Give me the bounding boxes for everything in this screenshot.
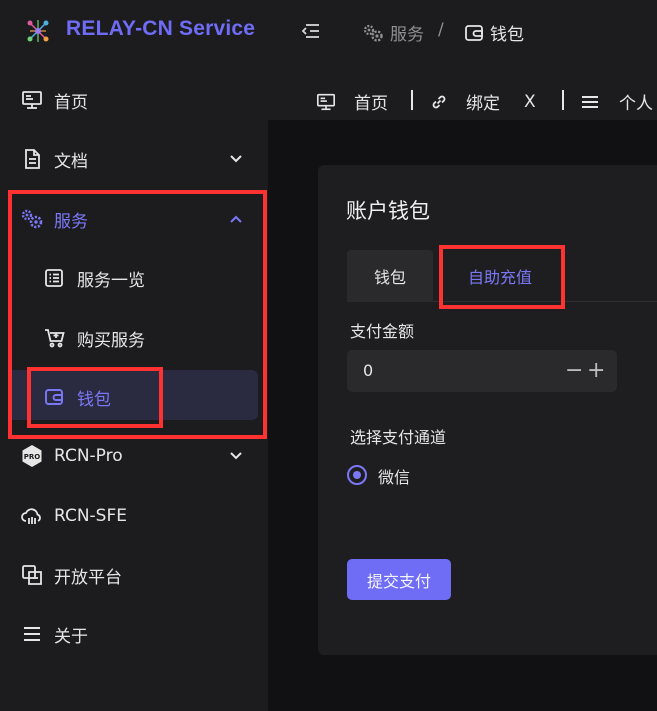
channel-label: 选择支付通道 xyxy=(350,428,447,447)
wechat-radio-label[interactable]: 微信 xyxy=(378,464,410,488)
decrement-button[interactable]: − xyxy=(565,358,583,383)
document-icon xyxy=(20,147,44,171)
main-content: 账户钱包 钱包 自助充值 支付金额 0 − + 选择支付通道 微信 提交支付 xyxy=(268,120,657,711)
monitor-icon xyxy=(317,93,335,110)
amount-value: 0 xyxy=(363,361,374,380)
chevron-up-icon xyxy=(228,211,244,227)
page-tab-label: 个人 xyxy=(619,94,653,114)
pro-badge-icon: PRO xyxy=(20,444,44,468)
list-icon xyxy=(42,266,66,290)
menu-fold-icon xyxy=(301,24,319,38)
cloud-icon xyxy=(20,504,44,528)
monitor-icon xyxy=(20,88,44,112)
sidebar-item-wallet[interactable]: 钱包 xyxy=(0,369,268,425)
page-title: 账户钱包 xyxy=(346,199,430,223)
sidebar-item-label: 钱包 xyxy=(77,389,111,410)
breadcrumb-label: 钱包 xyxy=(490,25,524,45)
platform-icon xyxy=(20,563,44,587)
wallet-card: 账户钱包 钱包 自助充值 支付金额 0 − + 选择支付通道 微信 提交支付 xyxy=(318,165,657,655)
wallet-icon xyxy=(42,385,66,409)
sidebar-item-label: 首页 xyxy=(54,92,88,113)
sidebar-item-label: 服务一览 xyxy=(77,270,145,291)
menu-icon xyxy=(582,95,598,108)
amount-label: 支付金额 xyxy=(350,322,415,341)
page-tabs-bar: 首页 绑定 X 个人 xyxy=(268,80,657,120)
sidebar-item-docs[interactable]: 文档 xyxy=(0,131,268,187)
tab-divider xyxy=(562,90,564,110)
sidebar-item-label: 开放平台 xyxy=(54,567,122,588)
tab-self-recharge[interactable]: 自助充值 xyxy=(445,250,555,302)
sidebar-item-buy-service[interactable]: 购买服务 xyxy=(0,310,268,366)
chevron-down-icon xyxy=(228,448,244,464)
sidebar-item-service-list[interactable]: 服务一览 xyxy=(0,250,268,306)
sidebar-item-rcn-sfe[interactable]: RCN-SFE xyxy=(0,488,268,544)
tab-wallet[interactable]: 钱包 xyxy=(347,250,433,302)
tabs-divider xyxy=(433,301,657,302)
wechat-radio[interactable] xyxy=(347,465,367,485)
wallet-icon xyxy=(465,24,483,41)
submit-payment-button[interactable]: 提交支付 xyxy=(347,559,451,600)
sidebar-item-label: 购买服务 xyxy=(77,330,145,351)
top-header: RELAY-CN Service 服务 / 钱包 xyxy=(0,0,657,62)
brand-title: RELAY-CN Service xyxy=(66,17,256,40)
sidebar: 首页 文档 服务 服务一览 购买服务 钱包 PRO RCN-Pro RCN-SF… xyxy=(0,62,268,711)
relay-logo-icon xyxy=(24,17,52,45)
breadcrumb-wallet[interactable]: 钱包 xyxy=(464,20,524,45)
sidebar-item-label: RCN-SFE xyxy=(54,506,127,526)
page-tab-home[interactable]: 首页 xyxy=(316,89,388,114)
breadcrumb-services[interactable]: 服务 xyxy=(362,20,424,45)
link-icon xyxy=(432,95,446,108)
svg-text:PRO: PRO xyxy=(24,453,41,461)
sidebar-item-home[interactable]: 首页 xyxy=(0,72,268,128)
sidebar-item-label: 关于 xyxy=(54,626,88,647)
collapse-sidebar-button[interactable] xyxy=(300,20,322,42)
menu-icon xyxy=(20,622,44,646)
close-icon[interactable]: X xyxy=(524,92,536,112)
sidebar-item-label: 服务 xyxy=(54,211,88,232)
chevron-down-icon xyxy=(228,151,244,167)
page-tab-bind[interactable]: 绑定 X xyxy=(430,89,536,114)
gears-icon xyxy=(363,24,383,42)
app-window: RELAY-CN Service 服务 / 钱包 首页 文档 服务 服务一览 购… xyxy=(0,0,657,711)
sidebar-item-services[interactable]: 服务 xyxy=(0,191,268,247)
increment-button[interactable]: + xyxy=(587,358,605,383)
cart-icon xyxy=(42,326,66,350)
breadcrumb-label: 服务 xyxy=(390,25,424,45)
sidebar-item-label: RCN-Pro xyxy=(54,446,123,466)
sidebar-item-about[interactable]: 关于 xyxy=(0,606,268,662)
tab-divider xyxy=(411,90,413,110)
page-tab-label: 绑定 xyxy=(466,94,500,114)
sidebar-item-open-platform[interactable]: 开放平台 xyxy=(0,547,268,603)
sidebar-item-label: 文档 xyxy=(54,151,88,172)
breadcrumb-separator: / xyxy=(438,20,444,40)
amount-input[interactable]: 0 − + xyxy=(347,350,617,392)
sidebar-item-rcn-pro[interactable]: PRO RCN-Pro xyxy=(0,428,268,484)
page-tab-label: 首页 xyxy=(354,94,388,114)
page-tab-profile[interactable]: 个人 xyxy=(581,89,653,114)
gears-icon xyxy=(20,207,44,231)
